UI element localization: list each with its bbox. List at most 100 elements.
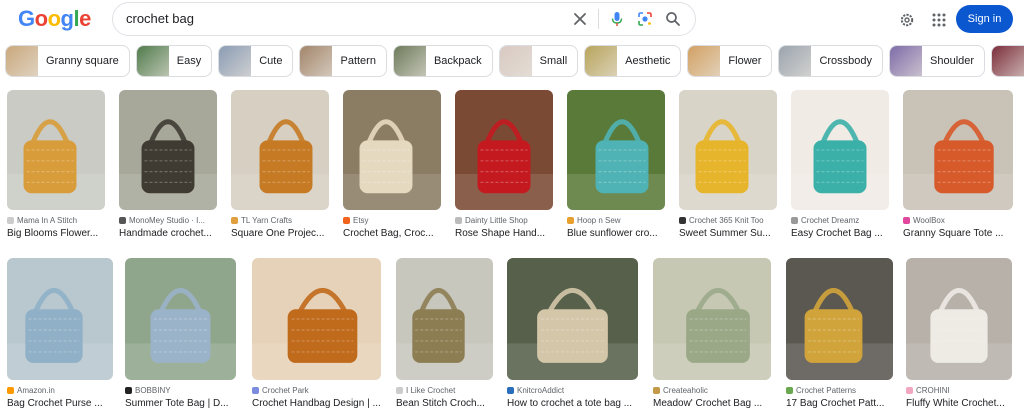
chip-label: Small xyxy=(539,55,568,67)
result-source[interactable]: MonoMey Studio · I... xyxy=(119,216,205,225)
result-image[interactable] xyxy=(653,258,771,380)
image-result[interactable]: Etsy Crochet Bag, Croc... xyxy=(343,90,441,242)
result-source[interactable]: Createaholic xyxy=(653,386,708,395)
result-source[interactable]: BOBBINY xyxy=(125,386,171,395)
filter-chip[interactable]: Cute xyxy=(218,45,294,77)
result-source[interactable]: I Like Crochet xyxy=(396,386,455,395)
result-image[interactable] xyxy=(231,90,329,210)
filter-chip[interactable]: Crossbody xyxy=(778,45,884,77)
filter-chip[interactable]: Flower xyxy=(687,45,773,77)
image-result[interactable]: Amazon.in Bag Crochet Purse ... xyxy=(7,258,113,412)
top-bar: Google Sign in xyxy=(0,0,1024,40)
image-result[interactable]: Crochet 365 Knit Too Sweet Summer Su... xyxy=(679,90,777,242)
result-image[interactable] xyxy=(125,258,236,380)
lens-icon[interactable] xyxy=(631,5,659,33)
result-source[interactable]: Mama In A Stitch xyxy=(7,216,77,225)
result-image[interactable] xyxy=(507,258,638,380)
image-result[interactable]: Dainty Little Shop Rose Shape Hand... xyxy=(455,90,553,242)
result-source[interactable]: Amazon.in xyxy=(7,386,55,395)
result-image[interactable] xyxy=(786,258,893,380)
image-result[interactable]: Crochet Patterns 17 Bag Crochet Patt... xyxy=(786,258,893,412)
image-result[interactable]: BOBBINY Summer Tote Bag | D... xyxy=(125,258,236,412)
result-title[interactable]: Easy Crochet Bag ... xyxy=(791,228,893,239)
apps-grid-icon[interactable] xyxy=(927,8,951,32)
result-title[interactable]: Rose Shape Hand... xyxy=(455,228,557,239)
filter-chip[interactable]: Shoulder xyxy=(889,45,986,77)
filter-chip[interactable]: Pattern xyxy=(299,45,387,77)
result-image[interactable] xyxy=(7,258,113,380)
image-result[interactable]: TL Yarn Crafts Square One Projec... xyxy=(231,90,329,242)
result-title[interactable]: Square One Projec... xyxy=(231,228,333,239)
image-result[interactable]: Hoop n Sew Blue sunflower cro... xyxy=(567,90,665,242)
result-title[interactable]: Bag Crochet Purse ... xyxy=(7,398,117,409)
search-icon[interactable] xyxy=(659,5,687,33)
result-title[interactable]: Granny Square Tote ... xyxy=(903,228,1017,239)
result-image[interactable] xyxy=(455,90,553,210)
result-image[interactable] xyxy=(791,90,889,210)
result-title[interactable]: Sweet Summer Su... xyxy=(679,228,781,239)
result-source[interactable]: Crochet Park xyxy=(252,386,309,395)
image-result[interactable]: Crochet Dreamz Easy Crochet Bag ... xyxy=(791,90,889,242)
result-image[interactable] xyxy=(396,258,493,380)
filter-chip[interactable]: Backpack xyxy=(392,45,493,77)
google-logo[interactable]: Google xyxy=(18,6,91,32)
result-image[interactable] xyxy=(903,90,1013,210)
result-image[interactable] xyxy=(906,258,1012,380)
result-image[interactable] xyxy=(119,90,217,210)
result-title[interactable]: 17 Bag Crochet Patt... xyxy=(786,398,897,409)
result-image[interactable] xyxy=(567,90,665,210)
result-title[interactable]: How to crochet a tote bag ... xyxy=(507,398,642,409)
image-result[interactable]: Createaholic Meadow' Crochet Bag ... xyxy=(653,258,771,412)
bag-thumbnail xyxy=(791,90,889,210)
result-title[interactable]: Blue sunflower cro... xyxy=(567,228,669,239)
result-source[interactable]: Crochet Patterns xyxy=(786,386,856,395)
search-box[interactable] xyxy=(112,2,696,36)
image-result[interactable]: CROHINI Fluffy White Crochet... xyxy=(906,258,1012,412)
image-result[interactable]: KnitcroAddict How to crochet a tote bag .… xyxy=(507,258,638,412)
result-source[interactable]: TL Yarn Crafts xyxy=(231,216,292,225)
filter-chip[interactable]: Boho xyxy=(991,45,1024,77)
result-source[interactable]: Hoop n Sew xyxy=(567,216,621,225)
result-title[interactable]: Handmade crochet... xyxy=(119,228,221,239)
filter-chip[interactable]: Small xyxy=(498,45,579,77)
result-image[interactable] xyxy=(7,90,105,210)
result-source[interactable]: KnitcroAddict xyxy=(507,386,564,395)
filter-chip[interactable]: Granny square xyxy=(5,45,130,77)
result-title[interactable]: Summer Tote Bag | D... xyxy=(125,398,240,409)
sign-in-button[interactable]: Sign in xyxy=(956,5,1013,33)
result-image[interactable] xyxy=(679,90,777,210)
result-image[interactable] xyxy=(252,258,381,380)
result-title[interactable]: Crochet Handbag Design | ... xyxy=(252,398,385,409)
site-favicon-icon xyxy=(507,387,514,394)
mic-icon[interactable] xyxy=(603,5,631,33)
result-title[interactable]: Bean Stitch Croch... xyxy=(396,398,497,409)
result-source[interactable]: Etsy xyxy=(343,216,369,225)
result-title[interactable]: Big Blooms Flower... xyxy=(7,228,109,239)
result-source[interactable]: Crochet 365 Knit Too xyxy=(679,216,764,225)
result-source[interactable]: CROHINI xyxy=(906,386,950,395)
result-source[interactable]: Crochet Dreamz xyxy=(791,216,859,225)
site-favicon-icon xyxy=(119,217,126,224)
result-image[interactable] xyxy=(343,90,441,210)
search-input[interactable] xyxy=(126,3,566,35)
image-result[interactable]: Crochet Park Crochet Handbag Design | ... xyxy=(252,258,381,412)
chip-label: Backpack xyxy=(433,55,482,67)
site-favicon-icon xyxy=(791,217,798,224)
image-result[interactable]: WoolBox Granny Square Tote ... xyxy=(903,90,1013,242)
result-title[interactable]: Meadow' Crochet Bag ... xyxy=(653,398,775,409)
site-favicon-icon xyxy=(567,217,574,224)
result-source[interactable]: Dainty Little Shop xyxy=(455,216,528,225)
clear-icon[interactable] xyxy=(566,5,594,33)
source-name: Crochet Patterns xyxy=(796,386,857,395)
image-result[interactable]: Mama In A Stitch Big Blooms Flower... xyxy=(7,90,105,242)
filter-chip[interactable]: Aesthetic xyxy=(584,45,682,77)
logo-letter: o xyxy=(47,6,61,31)
result-title[interactable]: Fluffy White Crochet... xyxy=(906,398,1016,409)
filter-chip[interactable]: Easy xyxy=(135,45,213,77)
image-result[interactable]: MonoMey Studio · I... Handmade crochet... xyxy=(119,90,217,242)
settings-icon[interactable] xyxy=(895,8,919,32)
source-name: CROHINI xyxy=(916,386,950,395)
image-result[interactable]: I Like Crochet Bean Stitch Croch... xyxy=(396,258,493,412)
result-title[interactable]: Crochet Bag, Croc... xyxy=(343,228,445,239)
result-source[interactable]: WoolBox xyxy=(903,216,945,225)
